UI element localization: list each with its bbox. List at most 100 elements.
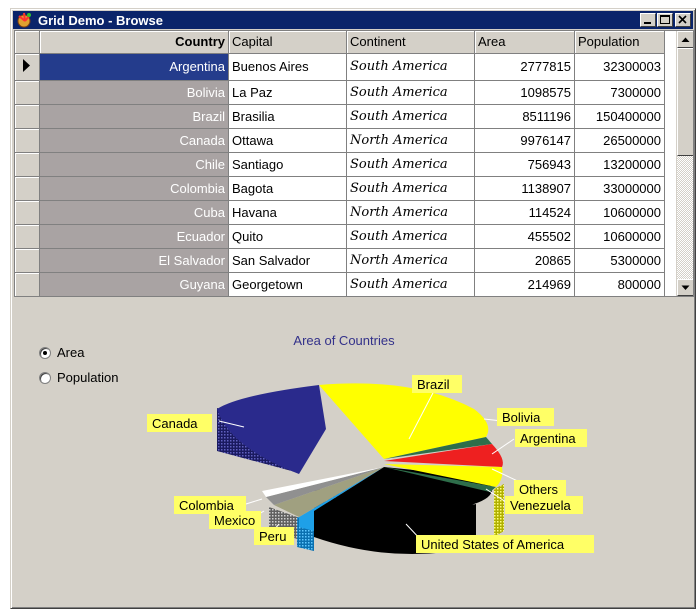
label-brazil-text: Brazil: [417, 377, 450, 392]
cell-population[interactable]: 10600000: [574, 200, 665, 225]
pie-chart: Brazil Bolivia Argentina Others Venezuel…: [147, 375, 594, 555]
grid-row[interactable]: El Salvador San Salvador North America 2086…: [15, 248, 665, 273]
app-icon: [17, 12, 31, 28]
cell-capital[interactable]: Santiago: [228, 152, 347, 177]
cell-country[interactable]: Canada: [39, 128, 229, 153]
cell-population[interactable]: 150400000: [574, 104, 665, 129]
cell-capital[interactable]: San Salvador: [228, 248, 347, 273]
scroll-thumb[interactable]: [677, 48, 693, 156]
row-indicator[interactable]: [15, 248, 40, 273]
label-usa: United States of America: [416, 535, 594, 553]
cell-country[interactable]: Argentina: [39, 53, 229, 81]
cell-continent[interactable]: South America: [346, 152, 475, 177]
label-venezuela: Venezuela: [505, 496, 583, 514]
cell-country[interactable]: Chile: [39, 152, 229, 177]
cell-area[interactable]: 1098575: [474, 80, 575, 105]
cell-population[interactable]: 26500000: [574, 128, 665, 153]
grid-row[interactable]: Colombia Bagota South America 1138907 330000…: [15, 176, 665, 201]
minimize-button[interactable]: [640, 13, 656, 27]
grid-row[interactable]: Brazil Brasilia South America 8511196 150400…: [15, 104, 665, 129]
maximize-icon: [660, 15, 670, 24]
cell-country[interactable]: Colombia: [39, 176, 229, 201]
grid-row[interactable]: Chile Santiago South America 756943 13200000: [15, 152, 665, 177]
app-window: Grid Demo - Browse Country Capital Conti…: [10, 8, 696, 609]
row-indicator[interactable]: [15, 128, 40, 153]
maximize-button[interactable]: [657, 13, 673, 27]
label-bolivia-text: Bolivia: [502, 410, 541, 425]
cell-population[interactable]: 5300000: [574, 248, 665, 273]
cell-capital[interactable]: Ottawa: [228, 128, 347, 153]
title-bar[interactable]: Grid Demo - Browse: [13, 11, 693, 29]
cell-country[interactable]: El Salvador: [39, 248, 229, 273]
close-button[interactable]: [675, 13, 691, 27]
cell-country[interactable]: Bolivia: [39, 80, 229, 105]
grid-table: Country Capital Continent Area Populatio…: [15, 31, 665, 296]
scroll-down-button[interactable]: [677, 279, 693, 296]
cell-population[interactable]: 13200000: [574, 152, 665, 177]
cell-area[interactable]: 2777815: [474, 53, 575, 81]
column-header-country[interactable]: Country: [39, 31, 229, 54]
cell-population[interactable]: 7300000: [574, 80, 665, 105]
cell-area[interactable]: 9976147: [474, 128, 575, 153]
column-header-population[interactable]: Population: [574, 31, 665, 54]
cell-population[interactable]: 10600000: [574, 224, 665, 249]
scroll-up-button[interactable]: [677, 31, 693, 48]
cell-continent[interactable]: South America: [346, 80, 475, 105]
cell-capital[interactable]: La Paz: [228, 80, 347, 105]
cell-capital[interactable]: Havana: [228, 200, 347, 225]
cell-capital[interactable]: Georgetown: [228, 272, 347, 296]
row-indicator[interactable]: [15, 272, 40, 296]
cell-country[interactable]: Guyana: [39, 272, 229, 296]
cell-area[interactable]: 214969: [474, 272, 575, 296]
pie-slice-side-brazil: [494, 484, 504, 537]
cell-area[interactable]: 20865: [474, 248, 575, 273]
cell-continent[interactable]: North America: [346, 128, 475, 153]
cell-area[interactable]: 756943: [474, 152, 575, 177]
row-indicator[interactable]: [15, 104, 40, 129]
cell-area[interactable]: 455502: [474, 224, 575, 249]
row-indicator[interactable]: [15, 200, 40, 225]
row-indicator[interactable]: [15, 80, 40, 105]
vertical-scrollbar[interactable]: [676, 31, 693, 296]
row-indicator[interactable]: [15, 176, 40, 201]
cell-area[interactable]: 1138907: [474, 176, 575, 201]
cell-continent[interactable]: South America: [346, 53, 475, 81]
cell-population[interactable]: 33000000: [574, 176, 665, 201]
cell-continent[interactable]: North America: [346, 248, 475, 273]
row-indicator[interactable]: [15, 224, 40, 249]
grid-row[interactable]: Cuba Havana North America 114524 10600000: [15, 200, 665, 225]
grid-row[interactable]: Bolivia La Paz South America 1098575 7300000: [15, 80, 665, 105]
label-others: Others: [514, 480, 566, 498]
column-header-continent[interactable]: Continent: [346, 31, 475, 54]
cell-continent[interactable]: South America: [346, 176, 475, 201]
cell-capital[interactable]: Quito: [228, 224, 347, 249]
label-peru-text: Peru: [259, 529, 286, 544]
label-mexico-text: Mexico: [214, 513, 255, 528]
cell-area[interactable]: 114524: [474, 200, 575, 225]
cell-capital[interactable]: Buenos Aires: [228, 53, 347, 81]
cell-population[interactable]: 32300003: [574, 53, 665, 81]
column-header-area[interactable]: Area: [474, 31, 575, 54]
cell-continent[interactable]: South America: [346, 224, 475, 249]
cell-continent[interactable]: South America: [346, 104, 475, 129]
cell-capital[interactable]: Bagota: [228, 176, 347, 201]
label-bolivia: Bolivia: [497, 408, 554, 426]
countries-grid[interactable]: Country Capital Continent Area Populatio…: [14, 30, 694, 297]
cell-area[interactable]: 8511196: [474, 104, 575, 129]
scroll-up-icon: [681, 37, 690, 42]
column-header-capital[interactable]: Capital: [228, 31, 347, 54]
cell-country[interactable]: Cuba: [39, 200, 229, 225]
grid-row[interactable]: Argentina Buenos Aires South America 277781…: [15, 53, 665, 81]
cell-population[interactable]: 800000: [574, 272, 665, 296]
cell-country[interactable]: Ecuador: [39, 224, 229, 249]
cell-capital[interactable]: Brasilia: [228, 104, 347, 129]
grid-header-row: Country Capital Continent Area Populatio…: [15, 31, 665, 54]
cell-continent[interactable]: South America: [346, 272, 475, 296]
grid-row[interactable]: Canada Ottawa North America 9976147 26500000: [15, 128, 665, 153]
grid-row[interactable]: Ecuador Quito South America 455502 10600000: [15, 224, 665, 249]
cell-country[interactable]: Brazil: [39, 104, 229, 129]
cell-continent[interactable]: North America: [346, 200, 475, 225]
grid-row[interactable]: Guyana Georgetown South America 214969 80000…: [15, 272, 665, 296]
row-indicator[interactable]: [15, 53, 40, 81]
row-indicator[interactable]: [15, 152, 40, 177]
